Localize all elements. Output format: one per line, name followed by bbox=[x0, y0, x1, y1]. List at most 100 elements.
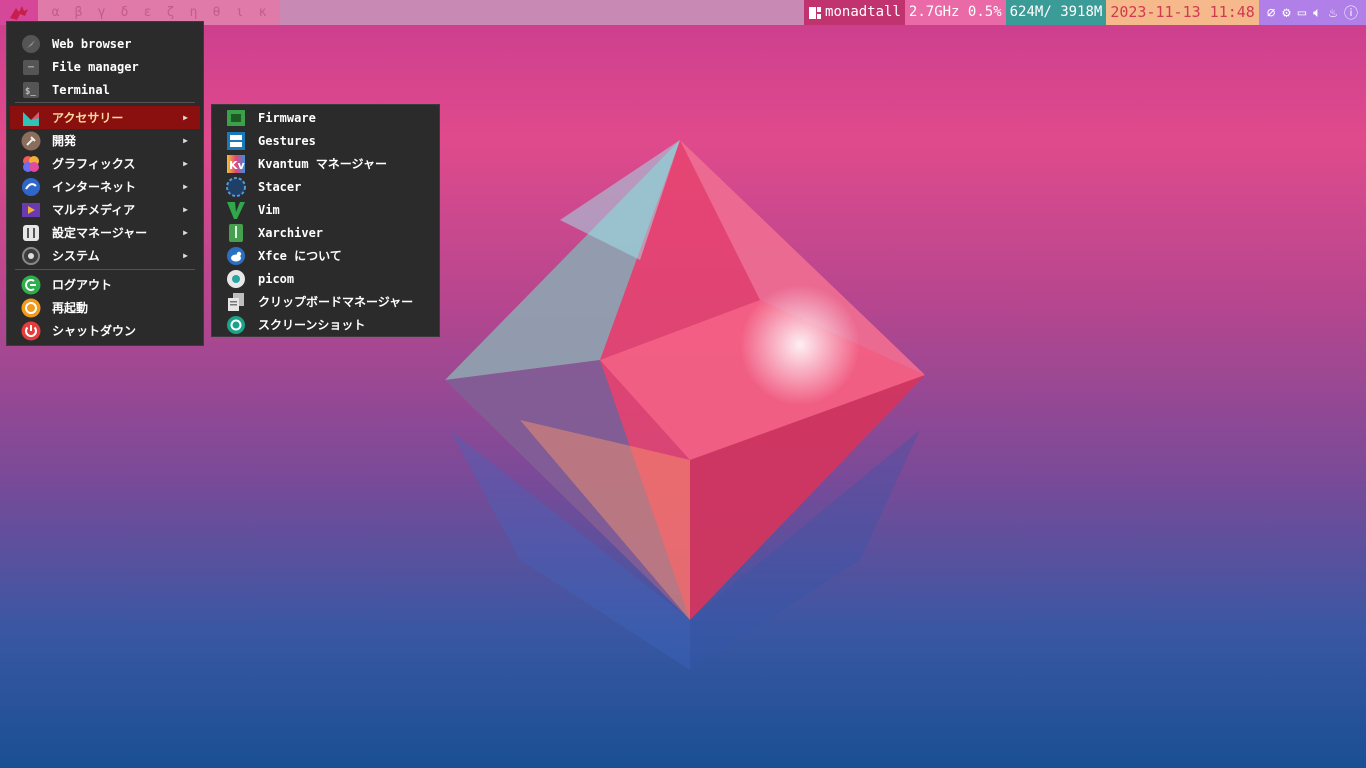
submenu-item-label: クリップボードマネージャー bbox=[258, 295, 414, 309]
menu-item-restart[interactable]: 再起動 bbox=[10, 296, 200, 319]
firmware-icon bbox=[226, 108, 246, 128]
svg-text:Kv: Kv bbox=[229, 159, 246, 172]
layout-icon bbox=[809, 6, 822, 19]
internet-icon bbox=[20, 176, 42, 198]
submenu-item-label: Gestures bbox=[258, 133, 316, 148]
info-icon[interactable]: ⓘ bbox=[1344, 3, 1358, 23]
accessories-submenu: Firmware Gestures Kv Kvantum マネージャー Stac… bbox=[211, 104, 440, 337]
xarchiver-icon bbox=[226, 223, 246, 243]
volume-icon[interactable]: 🔈︎ bbox=[1313, 5, 1321, 21]
picom-icon bbox=[226, 269, 246, 289]
menu-item-label: グラフィックス bbox=[52, 157, 136, 171]
clock-widget[interactable]: 2023-11-13 11:48 bbox=[1106, 0, 1259, 25]
submenu-item-label: Xfce について bbox=[258, 249, 342, 263]
svg-text:$_: $_ bbox=[25, 87, 36, 97]
submenu-item-label: Stacer bbox=[258, 179, 302, 194]
file-manager-icon bbox=[20, 56, 42, 78]
vim-icon bbox=[226, 200, 246, 220]
development-icon bbox=[20, 130, 42, 152]
application-menu: Web browser File manager $_ Terminal アクセ… bbox=[6, 21, 204, 346]
menu-item-graphics[interactable]: グラフィックス ▶ bbox=[10, 152, 200, 175]
submenu-item-kvantum[interactable]: Kv Kvantum マネージャー bbox=[214, 152, 438, 175]
menu-item-internet[interactable]: インターネット ▶ bbox=[10, 175, 200, 198]
submenu-item-clipboard-manager[interactable]: クリップボードマネージャー bbox=[214, 290, 438, 313]
menu-item-label: シャットダウン bbox=[52, 324, 137, 338]
menu-item-label: File manager bbox=[52, 59, 139, 74]
layout-name: monadtall bbox=[825, 4, 901, 20]
menu-separator bbox=[15, 102, 195, 103]
submenu-arrow-icon: ▶ bbox=[183, 136, 188, 145]
stacer-icon bbox=[226, 176, 246, 197]
menu-item-settings-manager[interactable]: 設定マネージャー ▶ bbox=[10, 221, 200, 244]
menu-item-development[interactable]: 開発 ▶ bbox=[10, 129, 200, 152]
submenu-item-xarchiver[interactable]: Xarchiver bbox=[214, 221, 438, 244]
menu-item-label: インターネット bbox=[52, 180, 137, 194]
submenu-arrow-icon: ▶ bbox=[183, 113, 188, 122]
logout-icon bbox=[20, 274, 42, 296]
menu-item-label: Terminal bbox=[52, 82, 110, 97]
menu-item-label: マルチメディア bbox=[52, 203, 136, 217]
menu-item-label: 開発 bbox=[52, 134, 77, 148]
menu-item-system[interactable]: システム ▶ bbox=[10, 244, 200, 267]
menu-item-label: Web browser bbox=[52, 36, 132, 51]
kvantum-icon: Kv bbox=[226, 154, 246, 174]
multimedia-icon bbox=[20, 199, 42, 221]
gear-icon[interactable]: ⚙ bbox=[1282, 5, 1290, 21]
submenu-item-firmware[interactable]: Firmware bbox=[214, 106, 438, 129]
system-tray: ⌀ ⚙ ▭ 🔈︎ ♨ ⓘ bbox=[1258, 0, 1366, 25]
panel-spacer bbox=[280, 0, 804, 25]
flame-icon[interactable]: ♨ bbox=[1329, 5, 1337, 21]
menu-separator bbox=[15, 269, 195, 270]
submenu-item-picom[interactable]: picom bbox=[214, 267, 438, 290]
screenshot-icon bbox=[226, 315, 246, 335]
submenu-arrow-icon: ▶ bbox=[183, 205, 188, 214]
menu-item-multimedia[interactable]: マルチメディア ▶ bbox=[10, 198, 200, 221]
submenu-item-stacer[interactable]: Stacer bbox=[214, 175, 438, 198]
top-panel: α β γ δ ε ζ η θ ι κ monadtall 2.7GHz 0.5… bbox=[0, 0, 1366, 25]
layout-indicator[interactable]: monadtall bbox=[804, 0, 905, 25]
submenu-item-about-xfce[interactable]: Xfce について bbox=[214, 244, 438, 267]
submenu-item-label: Kvantum マネージャー bbox=[258, 157, 387, 171]
submenu-item-label: スクリーンショット bbox=[258, 318, 366, 332]
web-browser-icon bbox=[20, 33, 42, 55]
accessories-icon bbox=[20, 107, 42, 129]
restart-icon bbox=[20, 297, 42, 319]
submenu-item-label: Firmware bbox=[258, 110, 316, 125]
dragon-logo-icon bbox=[10, 5, 28, 20]
shutdown-icon bbox=[20, 320, 42, 342]
workspace-10[interactable]: κ bbox=[251, 0, 274, 25]
submenu-item-label: Vim bbox=[258, 202, 280, 217]
desktop-wallpaper bbox=[445, 140, 925, 670]
submenu-item-label: Xarchiver bbox=[258, 225, 324, 240]
submenu-item-label: picom bbox=[258, 271, 295, 286]
menu-item-logout[interactable]: ログアウト bbox=[10, 273, 200, 296]
submenu-arrow-icon: ▶ bbox=[183, 228, 188, 237]
clipboard-icon bbox=[226, 292, 246, 312]
menu-item-label: ログアウト bbox=[52, 278, 113, 292]
display-icon[interactable]: ▭ bbox=[1298, 5, 1306, 21]
submenu-item-vim[interactable]: Vim bbox=[214, 198, 438, 221]
gestures-icon bbox=[226, 131, 246, 151]
menu-item-file-manager[interactable]: File manager bbox=[10, 55, 200, 78]
submenu-arrow-icon: ▶ bbox=[183, 182, 188, 191]
submenu-arrow-icon: ▶ bbox=[183, 159, 188, 168]
cpu-widget: 2.7GHz 0.5% bbox=[904, 0, 1006, 25]
submenu-item-gestures[interactable]: Gestures bbox=[214, 129, 438, 152]
menu-item-label: 設定マネージャー bbox=[52, 226, 148, 240]
menu-item-label: アクセサリー bbox=[52, 111, 124, 125]
paperclip-icon[interactable]: ⌀ bbox=[1267, 5, 1275, 21]
menu-item-web-browser[interactable]: Web browser bbox=[10, 32, 200, 55]
menu-item-accessories[interactable]: アクセサリー ▶ bbox=[10, 106, 200, 129]
submenu-arrow-icon: ▶ bbox=[183, 251, 188, 260]
terminal-icon: $_ bbox=[20, 79, 42, 101]
system-icon bbox=[20, 245, 42, 267]
menu-item-shutdown[interactable]: シャットダウン bbox=[10, 319, 200, 342]
menu-item-terminal[interactable]: $_ Terminal bbox=[10, 78, 200, 101]
menu-item-label: 再起動 bbox=[52, 301, 89, 315]
workspace-8[interactable]: θ bbox=[205, 0, 228, 25]
menu-item-label: システム bbox=[52, 249, 100, 263]
settings-manager-icon bbox=[20, 222, 42, 244]
workspace-9[interactable]: ι bbox=[228, 0, 251, 25]
submenu-item-screenshot[interactable]: スクリーンショット bbox=[214, 313, 438, 336]
graphics-icon bbox=[20, 153, 42, 175]
